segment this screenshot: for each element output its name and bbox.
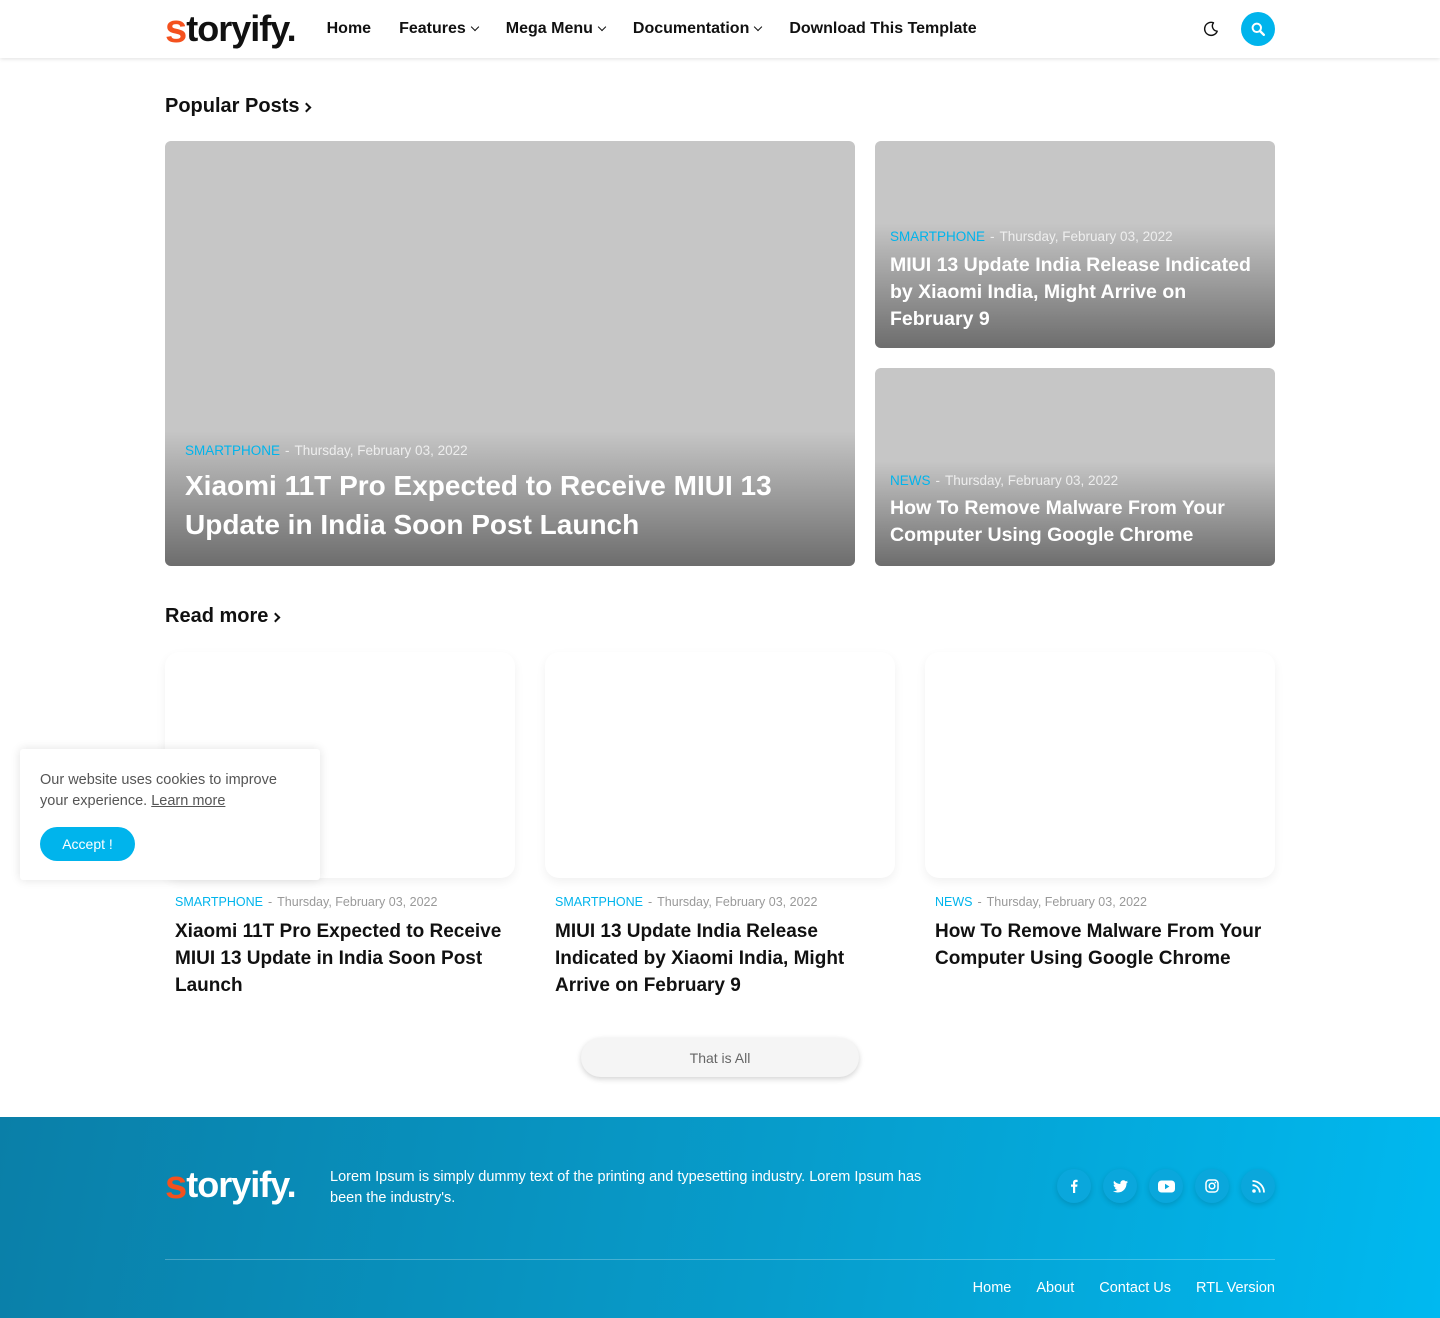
popular-posts-heading[interactable]: Popular Posts bbox=[165, 95, 312, 118]
chevron-right-icon bbox=[270, 612, 281, 623]
popular-post-card[interactable]: SMARTPHONE - Thursday, February 03, 2022 M… bbox=[875, 141, 1275, 348]
footer-description: Lorem Ipsum is simply dummy text of the … bbox=[330, 1169, 922, 1206]
post-category[interactable]: NEWS bbox=[935, 895, 973, 909]
site-logo[interactable]: s toryify. bbox=[165, 7, 297, 51]
moon-icon[interactable] bbox=[1203, 21, 1219, 37]
post-title[interactable]: Xiaomi 11T Pro Expected to Receive MIUI … bbox=[175, 918, 510, 999]
nav-mega-menu-label: Mega Menu bbox=[505, 20, 593, 37]
popular-posts-title: Popular Posts bbox=[165, 95, 300, 117]
instagram-icon[interactable] bbox=[1195, 1169, 1229, 1203]
post-date: Thursday, February 03, 2022 bbox=[277, 895, 438, 909]
footer-link-home[interactable]: Home bbox=[973, 1280, 1012, 1296]
post-meta: SMARTPHONE - Thursday, February 03, 2022 bbox=[890, 229, 1173, 244]
chevron-down-icon bbox=[754, 22, 763, 32]
nav-documentation-label: Documentation bbox=[632, 20, 750, 37]
nav-features-label: Features bbox=[399, 20, 466, 37]
logo-text: toryify. bbox=[186, 1164, 296, 1205]
cookie-notice: Our website uses cookies to improve your… bbox=[20, 749, 320, 880]
post-date: Thursday, February 03, 2022 bbox=[294, 443, 468, 458]
post-thumbnail[interactable] bbox=[545, 652, 895, 878]
site-footer: s toryify. Lorem Ipsum is simply dummy te… bbox=[0, 1117, 1440, 1318]
featured-post-card[interactable]: SMARTPHONE - Thursday, February 03, 2022 X… bbox=[165, 141, 855, 566]
post-title[interactable]: Xiaomi 11T Pro Expected to Receive MIUI … bbox=[185, 466, 825, 544]
facebook-icon[interactable] bbox=[1057, 1169, 1091, 1203]
footer-link-about[interactable]: About bbox=[1036, 1280, 1074, 1296]
cookie-text-block: Our website uses cookies to improve your… bbox=[40, 770, 300, 812]
search-icon bbox=[1251, 22, 1265, 36]
nav-features[interactable]: Features bbox=[399, 20, 480, 38]
nav-download-template[interactable]: Download This Template bbox=[789, 20, 976, 38]
post-category[interactable]: SMARTPHONE bbox=[555, 895, 643, 909]
nav-mega-menu[interactable]: Mega Menu bbox=[505, 20, 607, 38]
post-category[interactable]: NEWS bbox=[890, 473, 931, 488]
youtube-icon[interactable] bbox=[1149, 1169, 1183, 1203]
post-meta: NEWS - Thursday, February 03, 2022 bbox=[935, 895, 1147, 909]
post-meta: SMARTPHONE - Thursday, February 03, 2022 bbox=[175, 895, 438, 909]
nav-home[interactable]: Home bbox=[327, 20, 371, 38]
load-more-button[interactable]: That is All bbox=[581, 1038, 859, 1077]
post-title[interactable]: How To Remove Malware From Your Computer… bbox=[890, 495, 1260, 549]
chevron-right-icon bbox=[302, 102, 312, 113]
twitter-icon[interactable] bbox=[1103, 1169, 1137, 1203]
post-category[interactable]: SMARTPHONE bbox=[175, 895, 263, 909]
post-meta: SMARTPHONE - Thursday, February 03, 2022 bbox=[185, 443, 468, 458]
learn-more-link[interactable]: Learn more bbox=[151, 793, 225, 809]
logo-letter: s bbox=[165, 7, 187, 51]
site-header: s toryify. Home Features Mega Menu Docume… bbox=[0, 0, 1440, 58]
footer-menu: Home About Contact Us RTL Version bbox=[973, 1280, 1275, 1296]
post-meta: SMARTPHONE - Thursday, February 03, 2022 bbox=[555, 895, 818, 909]
nav-download-label: Download This Template bbox=[789, 20, 977, 37]
post-date: Thursday, February 03, 2022 bbox=[945, 473, 1119, 488]
footer-divider bbox=[165, 1259, 1275, 1260]
post-category[interactable]: SMARTPHONE bbox=[890, 229, 985, 244]
footer-link-rtl[interactable]: RTL Version bbox=[1196, 1280, 1275, 1296]
chevron-down-icon bbox=[597, 22, 607, 32]
search-button[interactable] bbox=[1241, 12, 1275, 46]
rss-icon[interactable] bbox=[1241, 1169, 1275, 1203]
post-category[interactable]: SMARTPHONE bbox=[185, 443, 280, 458]
chevron-down-icon bbox=[470, 22, 480, 32]
post-date: Thursday, February 03, 2022 bbox=[999, 229, 1173, 244]
post-date: Thursday, February 03, 2022 bbox=[986, 895, 1147, 909]
post-thumbnail[interactable] bbox=[925, 652, 1275, 878]
post-title[interactable]: MIUI 13 Update India Release Indicated b… bbox=[555, 918, 890, 999]
accept-cookies-button[interactable]: Accept ! bbox=[40, 827, 135, 861]
post-date: Thursday, February 03, 2022 bbox=[657, 895, 818, 909]
read-more-title: Read more bbox=[165, 605, 269, 627]
footer-logo[interactable]: s toryify. bbox=[165, 1163, 297, 1207]
nav-home-label: Home bbox=[326, 20, 372, 37]
main-nav: Home Features Mega Menu Documentation Do… bbox=[327, 20, 1005, 38]
post-title[interactable]: How To Remove Malware From Your Computer… bbox=[935, 918, 1270, 972]
post-title[interactable]: MIUI 13 Update India Release Indicated b… bbox=[890, 252, 1260, 333]
logo-letter: s bbox=[165, 1163, 187, 1207]
footer-link-contact[interactable]: Contact Us bbox=[1099, 1280, 1171, 1296]
nav-documentation[interactable]: Documentation bbox=[632, 20, 763, 38]
logo-text: toryify. bbox=[186, 8, 296, 49]
social-links bbox=[1057, 1169, 1275, 1203]
post-meta: NEWS - Thursday, February 03, 2022 bbox=[890, 473, 1119, 488]
read-more-heading[interactable]: Read more bbox=[165, 605, 281, 628]
popular-post-card[interactable]: NEWS - Thursday, February 03, 2022 How To … bbox=[875, 368, 1275, 566]
